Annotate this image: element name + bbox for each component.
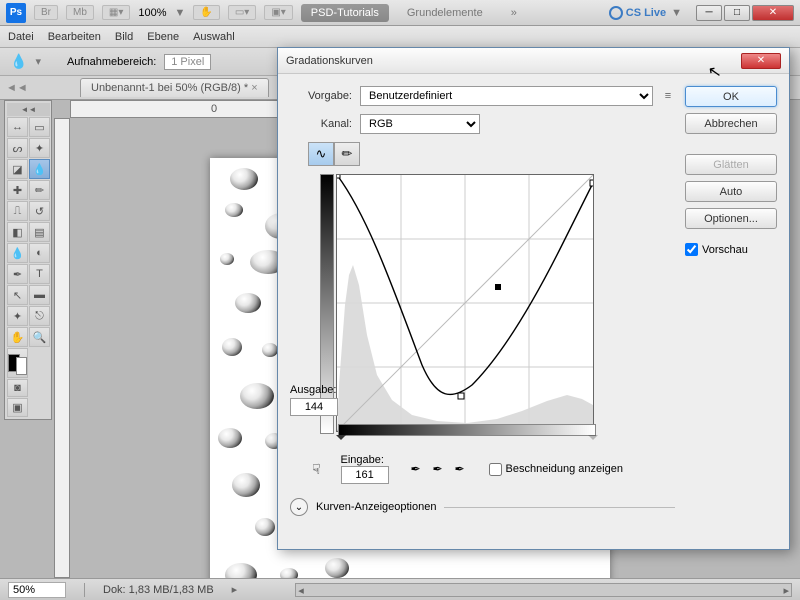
- screen-icon[interactable]: ▣▾: [264, 5, 292, 20]
- output-field[interactable]: [290, 398, 338, 416]
- options-button[interactable]: Optionen...: [685, 208, 777, 229]
- swatches[interactable]: [7, 348, 28, 378]
- zoom-field[interactable]: [8, 582, 66, 598]
- arrange-icon[interactable]: ▭▾: [228, 5, 256, 20]
- zoom-level[interactable]: 100%: [138, 7, 166, 19]
- zoom-tool[interactable]: 🔍: [29, 327, 50, 347]
- channel-label: Kanal:: [290, 118, 352, 130]
- app-topbar: Ps Br Mb ▦▾ 100%▼ ✋ ▭▾ ▣▾ PSD-Tutorials …: [0, 0, 800, 26]
- type-tool[interactable]: T: [29, 264, 50, 284]
- dialog-title: Gradationskurven: [286, 55, 373, 67]
- 3d-cam-tool[interactable]: ⎋: [29, 306, 50, 326]
- preset-label: Vorgabe:: [290, 90, 352, 102]
- quickmask-icon[interactable]: ◙: [7, 379, 28, 397]
- minimize-button[interactable]: ─: [696, 5, 722, 21]
- sample-label: Aufnahmebereich:: [67, 56, 156, 68]
- targeted-adjust-icon[interactable]: ☟: [312, 461, 321, 478]
- expand-label: Kurven-Anzeigeoptionen: [316, 501, 436, 513]
- tab-close-icon[interactable]: ×: [251, 82, 257, 94]
- stamp-tool[interactable]: ⎍: [7, 201, 28, 221]
- heal-tool[interactable]: ✚: [7, 180, 28, 200]
- menu-ebene[interactable]: Ebene: [147, 31, 179, 43]
- h-scrollbar[interactable]: ◂ ▸: [295, 583, 792, 597]
- workspace-tab-active[interactable]: PSD-Tutorials: [301, 4, 389, 22]
- menubar: Datei Bearbeiten Bild Ebene Auswahl: [0, 26, 800, 48]
- document-tab[interactable]: Unbenannt-1 bei 50% (RGB/8) * ×: [80, 78, 269, 97]
- input-field[interactable]: [341, 466, 389, 484]
- menu-bild[interactable]: Bild: [115, 31, 133, 43]
- crop-tool[interactable]: ◪: [7, 159, 28, 179]
- channel-select[interactable]: RGB: [360, 114, 480, 134]
- wand-tool[interactable]: ✦: [29, 138, 50, 158]
- clipping-checkbox[interactable]: Beschneidung anzeigen: [489, 463, 623, 476]
- menu-datei[interactable]: Datei: [8, 31, 34, 43]
- input-label: Eingabe:: [341, 454, 389, 466]
- doc-size: Dok: 1,83 MB/1,83 MB: [103, 584, 214, 596]
- menu-auswahl[interactable]: Auswahl: [193, 31, 235, 43]
- ruler-vertical: [54, 118, 70, 578]
- gradient-tool[interactable]: ▤: [29, 222, 50, 242]
- brush-tool[interactable]: ✏: [29, 180, 50, 200]
- ok-button[interactable]: OK: [685, 86, 777, 107]
- preview-checkbox[interactable]: Vorschau: [685, 243, 777, 256]
- screenmode-icon[interactable]: ▣: [7, 398, 28, 417]
- white-dropper-icon[interactable]: ✒: [451, 460, 469, 478]
- workspace-tab-2[interactable]: Grundelemente: [397, 4, 493, 22]
- maximize-button[interactable]: □: [724, 5, 750, 21]
- expand-options-button[interactable]: ⌄: [290, 498, 308, 516]
- black-dropper-icon[interactable]: ✒: [407, 460, 425, 478]
- path-tool[interactable]: ↖: [7, 285, 28, 305]
- input-gradient: [338, 424, 596, 436]
- minibridge-btn[interactable]: Mb: [66, 5, 94, 20]
- sample-dropdown[interactable]: 1 Pixel: [164, 54, 211, 70]
- lasso-tool[interactable]: ᔕ: [7, 138, 28, 158]
- eyedropper-icon: 💧: [10, 53, 27, 70]
- status-menu-icon[interactable]: ▸: [232, 583, 238, 596]
- blur-tool[interactable]: 💧: [7, 243, 28, 263]
- shape-tool[interactable]: ▬: [29, 285, 50, 305]
- hand-icon[interactable]: ✋: [193, 5, 219, 20]
- app-icon[interactable]: Ps: [6, 3, 26, 23]
- dialog-titlebar[interactable]: Gradationskurven ✕: [278, 48, 789, 74]
- curve-draw-tool[interactable]: ✏: [334, 142, 360, 166]
- cs-live[interactable]: CS Live▼: [609, 6, 682, 20]
- gray-dropper-icon[interactable]: ✒: [429, 460, 447, 478]
- bridge-btn[interactable]: Br: [34, 5, 58, 20]
- eyedropper-tool[interactable]: 💧: [29, 159, 50, 179]
- smooth-button[interactable]: Glätten: [685, 154, 777, 175]
- toolbox: ↔ ▭ ᔕ ✦ ◪ 💧 ✚ ✏ ⎍ ↺ ◧ ▤ 💧 ◐ ✒ T ↖ ▬ ✦ ⎋ …: [4, 100, 52, 420]
- 3d-tool[interactable]: ✦: [7, 306, 28, 326]
- move-tool[interactable]: ↔: [7, 117, 28, 137]
- close-button[interactable]: ✕: [752, 5, 794, 21]
- view-icon[interactable]: ▦▾: [102, 5, 130, 20]
- menu-bearbeiten[interactable]: Bearbeiten: [48, 31, 101, 43]
- dialog-close-button[interactable]: ✕: [741, 53, 781, 69]
- cancel-button[interactable]: Abbrechen: [685, 113, 777, 134]
- history-brush-tool[interactable]: ↺: [29, 201, 50, 221]
- curves-dialog: Gradationskurven ✕ Vorgabe: Benutzerdefi…: [277, 47, 790, 550]
- marquee-tool[interactable]: ▭: [29, 117, 50, 137]
- pen-tool[interactable]: ✒: [7, 264, 28, 284]
- dodge-tool[interactable]: ◐: [29, 243, 50, 263]
- preset-menu-icon[interactable]: ≡: [661, 89, 675, 103]
- eraser-tool[interactable]: ◧: [7, 222, 28, 242]
- output-label: Ausgabe:: [290, 384, 350, 396]
- workspace-more[interactable]: »: [501, 4, 527, 22]
- hand-tool[interactable]: ✋: [7, 327, 28, 347]
- statusbar: Dok: 1,83 MB/1,83 MB ▸ ◂ ▸: [0, 578, 800, 600]
- curve-point-tool[interactable]: ∿: [308, 142, 334, 166]
- auto-button[interactable]: Auto: [685, 181, 777, 202]
- preset-select[interactable]: Benutzerdefiniert: [360, 86, 653, 106]
